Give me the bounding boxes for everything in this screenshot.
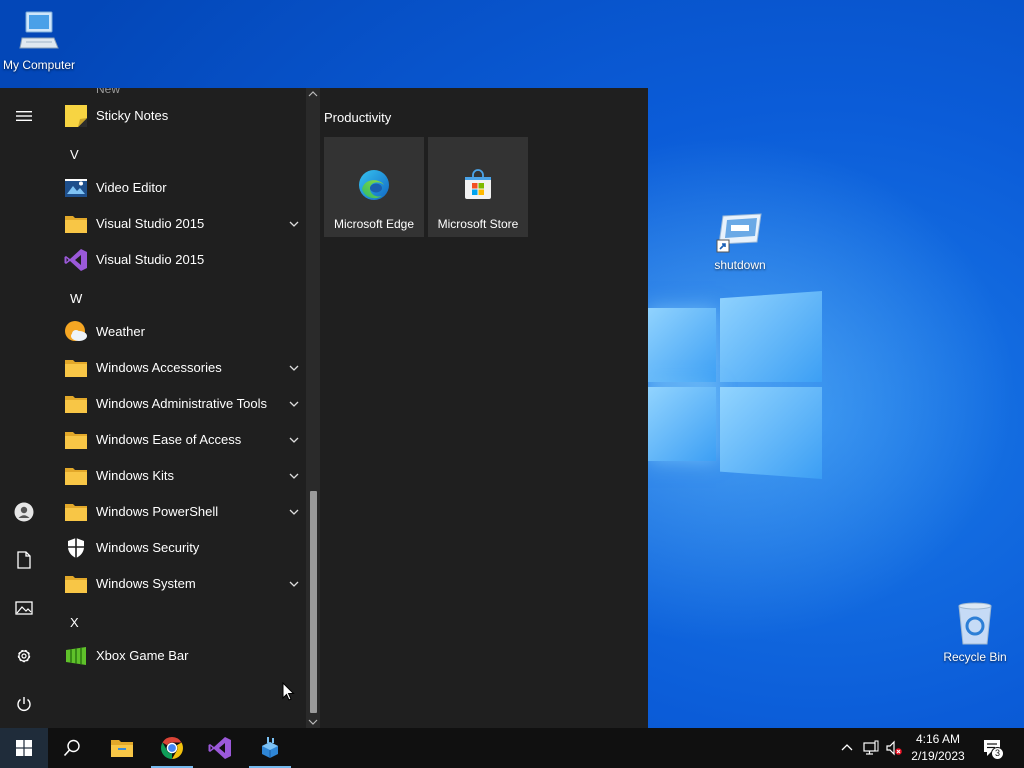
action-center-button[interactable]: 3 [982, 738, 1004, 760]
chevron-down-icon [289, 473, 299, 479]
documents-button[interactable] [0, 536, 48, 584]
taskbar: 4:16 AM 2/19/2023 3 [0, 728, 1024, 768]
folder-icon [65, 216, 87, 233]
pictures-button[interactable] [0, 584, 48, 632]
show-hidden-icons-chevron-icon[interactable] [839, 740, 855, 756]
video-editor-icon [65, 179, 87, 197]
hamburger-icon [16, 111, 32, 121]
edge-icon [359, 170, 389, 200]
file-explorer-icon [111, 740, 133, 757]
chevron-down-icon [289, 221, 299, 227]
app-visual-studio-2015[interactable]: Visual Studio 2015 [48, 242, 306, 278]
expand-menu-button[interactable] [0, 92, 48, 140]
recycle-bin-icon [958, 602, 992, 645]
folder-icon [65, 432, 87, 449]
scroll-down-arrow-icon[interactable] [306, 716, 320, 728]
chevron-down-icon [289, 581, 299, 587]
letter-header-x[interactable]: X [48, 604, 306, 640]
store-icon [465, 169, 491, 199]
tiles-area: Productivity Microsoft Edge Microsoft St… [320, 88, 648, 728]
desktop-icon-label: shutdown [714, 258, 766, 272]
taskbar-chrome[interactable] [148, 728, 196, 768]
taskbar-app[interactable] [246, 728, 294, 768]
folder-icon [65, 504, 87, 521]
letter-header-v[interactable]: V [48, 136, 306, 172]
weather-icon [65, 321, 87, 341]
folder-windows-kits[interactable]: Windows Kits [48, 458, 306, 494]
chevron-down-icon [289, 437, 299, 443]
scroll-up-arrow-icon[interactable] [306, 88, 320, 100]
folder-icon [65, 360, 87, 377]
folder-icon [65, 468, 87, 485]
chevron-down-icon [289, 365, 299, 371]
folder-icon [65, 576, 87, 593]
search-icon [63, 739, 80, 757]
app-list-scrollbar[interactable] [306, 88, 320, 728]
clock-time: 4:16 AM [915, 732, 961, 746]
app-windows-security[interactable]: Windows Security [48, 530, 306, 566]
desktop-icon-label: My Computer [2, 58, 76, 72]
tile-group-title[interactable]: Productivity [324, 110, 391, 125]
folder-windows-ease-of-access[interactable]: Windows Ease of Access [48, 422, 306, 458]
tile-microsoft-store[interactable]: Microsoft Store [428, 137, 528, 237]
folder-icon [65, 396, 87, 413]
tile-microsoft-edge[interactable]: Microsoft Edge [324, 137, 424, 237]
start-menu: New Sticky Notes V Video Editor Visual S… [0, 88, 648, 728]
folder-visual-studio-2015[interactable]: Visual Studio 2015 [48, 206, 306, 242]
shield-icon [68, 538, 84, 558]
scrollbar-thumb[interactable] [310, 491, 317, 713]
letter-header-w[interactable]: W [48, 280, 306, 316]
chevron-down-icon [289, 401, 299, 407]
app-weather[interactable]: Weather [48, 314, 306, 350]
documents-icon [17, 551, 31, 569]
desktop-icon-recycle-bin[interactable]: Recycle Bin [930, 602, 1020, 664]
partial-list-text: New [96, 88, 121, 96]
folder-windows-powershell[interactable]: Windows PowerShell [48, 494, 306, 530]
desktop-icon-my-computer[interactable]: My Computer [0, 10, 84, 72]
visual-studio-icon [64, 249, 87, 271]
settings-button[interactable] [0, 632, 48, 680]
folder-windows-accessories[interactable]: Windows Accessories [48, 350, 306, 386]
shortcut-icon [716, 213, 762, 253]
power-icon [17, 697, 31, 711]
system-clock[interactable]: 4:16 AM 2/19/2023 [906, 731, 970, 765]
volume-muted-icon[interactable] [886, 740, 902, 756]
user-account-button[interactable] [0, 488, 48, 536]
mouse-cursor-icon [282, 682, 295, 701]
search-button[interactable] [48, 728, 96, 768]
chrome-icon [161, 737, 183, 759]
start-icon [16, 740, 32, 756]
app-sticky-notes[interactable]: Sticky Notes [48, 98, 306, 134]
desktop-icon-label: Recycle Bin [943, 650, 1007, 664]
computer-icon [19, 11, 59, 49]
visual-studio-icon [208, 737, 231, 759]
pictures-icon [15, 601, 33, 615]
taskbar-file-explorer[interactable] [98, 728, 146, 768]
app-icon [262, 737, 278, 758]
xbox-game-bar-icon [66, 647, 86, 665]
settings-icon [17, 649, 31, 663]
taskbar-visual-studio[interactable] [196, 728, 244, 768]
start-button[interactable] [0, 728, 48, 768]
start-menu-rail [0, 88, 48, 728]
desktop-icon-shutdown[interactable]: shutdown [695, 212, 785, 272]
user-icon [14, 502, 34, 522]
network-icon[interactable] [863, 740, 879, 756]
app-video-editor[interactable]: Video Editor [48, 170, 306, 206]
sticky-notes-icon [65, 105, 87, 127]
notification-count-badge: 3 [991, 747, 1004, 760]
app-xbox-game-bar[interactable]: Xbox Game Bar [48, 638, 306, 674]
power-button[interactable] [0, 680, 48, 728]
chevron-down-icon [289, 509, 299, 515]
app-list[interactable]: New Sticky Notes V Video Editor Visual S… [48, 88, 306, 728]
folder-windows-system[interactable]: Windows System [48, 566, 306, 602]
folder-windows-administrative-tools[interactable]: Windows Administrative Tools [48, 386, 306, 422]
clock-date: 2/19/2023 [911, 749, 965, 763]
